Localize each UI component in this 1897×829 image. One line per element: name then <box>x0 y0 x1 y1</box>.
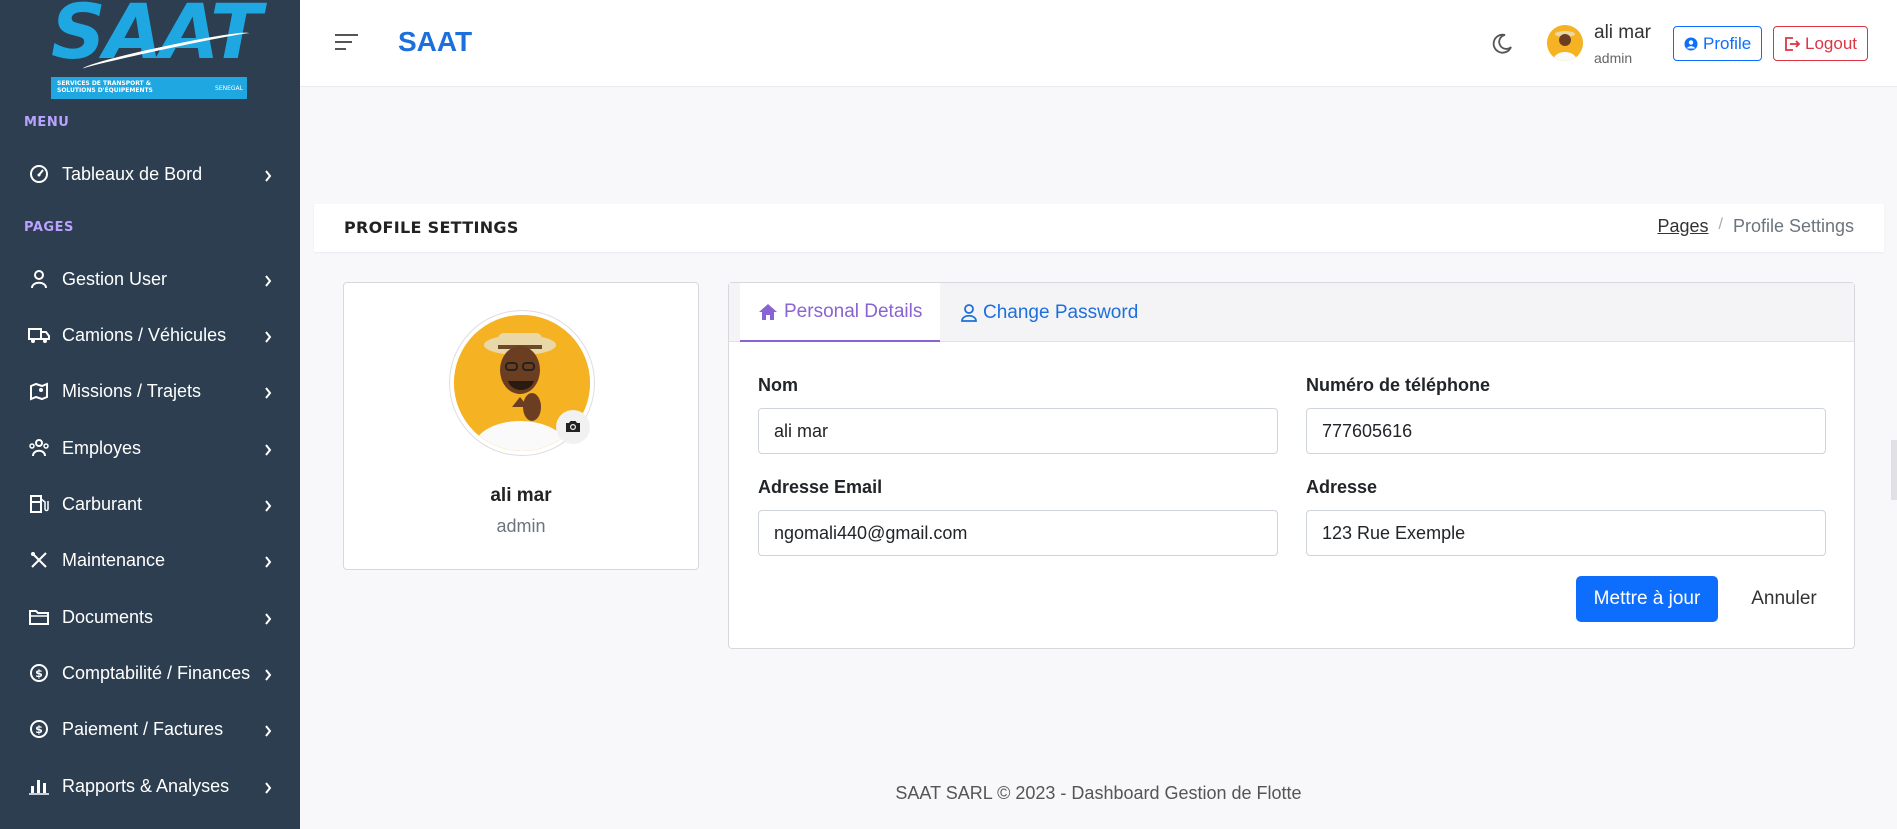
sidebar-item-missions-trajets[interactable]: Missions / Trajets <box>0 371 300 411</box>
tools-icon <box>28 549 50 571</box>
tab-label: Change Password <box>983 301 1139 323</box>
home-icon <box>758 303 778 321</box>
top-header: SAAT ali mar admin Profile Logout <box>300 0 1897 87</box>
profile-tabs: Personal Details Change Password <box>729 283 1854 342</box>
adresse-label: Adresse <box>1306 477 1378 497</box>
sidebar-item-tableaux-de-bord[interactable]: Tableaux de Bord <box>0 154 300 194</box>
dollar-circle-icon: $ <box>28 662 50 684</box>
brand-title[interactable]: SAAT <box>398 26 472 58</box>
chevron-right-icon <box>264 383 272 404</box>
tab-personal-details[interactable]: Personal Details <box>740 283 941 342</box>
cancel-button[interactable]: Annuler <box>1734 576 1834 622</box>
logo-subtitle: SERVICES DE TRANSPORT & SOLUTIONS D'ÉQUI… <box>57 80 153 94</box>
sidebar-item-camions-vehicules[interactable]: Camions / Véhicules <box>0 315 300 355</box>
chevron-right-icon <box>264 665 272 686</box>
profile-button-label: Profile <box>1703 33 1752 53</box>
chevron-right-icon <box>264 327 272 348</box>
sidebar-item-maintenance[interactable]: Maintenance <box>0 540 300 580</box>
profile-card: ali mar admin <box>343 282 699 570</box>
email-input[interactable] <box>758 510 1278 556</box>
change-photo-camera-button[interactable] <box>556 410 590 444</box>
logout-button-label: Logout <box>1805 33 1857 53</box>
breadcrumb-separator: / <box>1718 216 1723 233</box>
user-circle-icon <box>1684 37 1698 51</box>
logout-button[interactable]: Logout <box>1773 26 1868 61</box>
breadcrumb-current: Profile Settings <box>1732 216 1854 236</box>
right-edge-panel-handle[interactable] <box>1891 440 1897 500</box>
chevron-right-icon <box>264 552 272 573</box>
update-button[interactable]: Mettre à jour <box>1576 576 1718 622</box>
breadcrumb: Pages / Profile Settings <box>1657 216 1854 237</box>
header-user-name: ali mar <box>1594 22 1652 43</box>
telephone-label: Numéro de téléphone <box>1306 375 1491 395</box>
sidebar: SAAT SERVICES DE TRANSPORT & SOLUTIONS D… <box>0 0 300 829</box>
dark-mode-toggle-icon[interactable] <box>1490 32 1514 60</box>
chevron-right-icon <box>264 721 272 742</box>
dollar-circle-icon: $ <box>28 718 50 740</box>
chevron-right-icon <box>264 609 272 630</box>
header-user-avatar[interactable] <box>1547 25 1583 61</box>
logout-icon <box>1784 36 1800 52</box>
sidebar-item-rapports-analyses[interactable]: Rapports & Analyses <box>0 766 300 806</box>
tab-label: Personal Details <box>784 300 923 322</box>
dashboard-gauge-icon <box>28 163 50 185</box>
chevron-right-icon <box>264 496 272 517</box>
menu-section-title: MENU <box>24 115 70 130</box>
sidebar-item-comptabilite-finances[interactable]: $ Comptabilité / Finances <box>0 653 300 693</box>
hamburger-menu-icon[interactable] <box>334 32 360 56</box>
breadcrumb-link-pages[interactable]: Pages <box>1657 216 1708 237</box>
page-title-bar: PROFILE SETTINGS Pages / Profile Setting… <box>314 204 1884 252</box>
chevron-right-icon <box>264 778 272 799</box>
camera-icon <box>565 418 581 437</box>
user-icon <box>961 303 977 322</box>
map-pin-icon <box>28 380 50 402</box>
chevron-right-icon <box>264 166 272 187</box>
truck-icon <box>28 324 50 346</box>
sidebar-item-documents[interactable]: Documents <box>0 597 300 637</box>
chevron-right-icon <box>264 440 272 461</box>
telephone-input[interactable] <box>1306 408 1826 454</box>
svg-text:$: $ <box>35 667 43 680</box>
email-label: Adresse Email <box>758 477 883 497</box>
footer-copyright: SAAT SARL © 2023 - Dashboard Gestion de … <box>895 783 1302 803</box>
chevron-right-icon <box>264 271 272 292</box>
profile-form-card: Personal Details Change Password Nom Num… <box>728 282 1855 649</box>
nom-input[interactable] <box>758 408 1278 454</box>
saat-logo[interactable]: SAAT SERVICES DE TRANSPORT & SOLUTIONS D… <box>51 0 262 99</box>
sidebar-item-employes[interactable]: Employes <box>0 428 300 468</box>
nom-label: Nom <box>758 375 798 395</box>
logo-band: SERVICES DE TRANSPORT & SOLUTIONS D'ÉQUI… <box>51 77 247 99</box>
sidebar-item-paiement-factures[interactable]: $ Paiement / Factures <box>0 709 300 749</box>
people-icon <box>28 437 50 459</box>
tab-change-password[interactable]: Change Password <box>943 283 1156 342</box>
logo-country: SENEGAL <box>215 85 243 92</box>
svg-text:$: $ <box>35 723 43 736</box>
user-icon <box>28 268 50 290</box>
sidebar-item-carburant[interactable]: Carburant <box>0 484 300 524</box>
profile-button[interactable]: Profile <box>1673 26 1763 61</box>
folder-icon <box>28 606 50 628</box>
fuel-icon <box>28 493 50 515</box>
sidebar-item-gestion-user[interactable]: Gestion User <box>0 259 300 299</box>
profile-role: admin <box>496 516 546 536</box>
pages-section-title: PAGES <box>24 220 74 235</box>
profile-name: ali mar <box>490 485 552 506</box>
header-user-role: admin <box>1594 50 1633 66</box>
bar-chart-icon <box>28 775 50 797</box>
page-title: PROFILE SETTINGS <box>344 218 519 237</box>
adresse-input[interactable] <box>1306 510 1826 556</box>
